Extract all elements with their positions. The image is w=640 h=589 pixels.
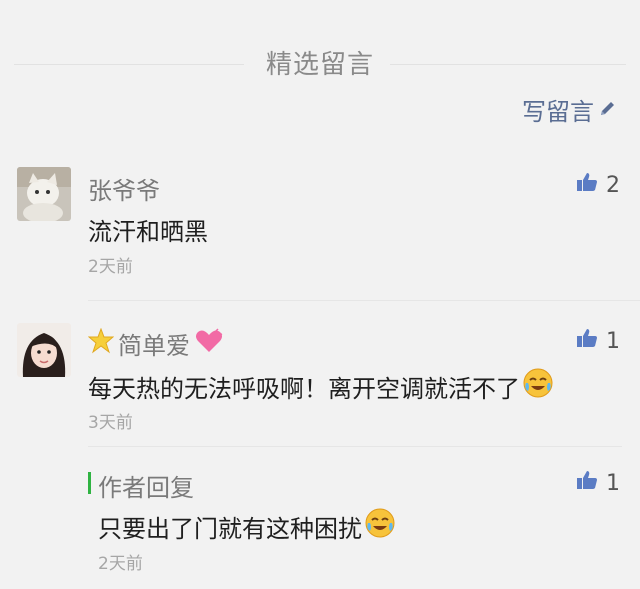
like-count: 2	[606, 172, 620, 198]
avatar[interactable]	[17, 167, 71, 221]
heart-icon	[194, 327, 224, 360]
section-title: 精选留言	[265, 50, 374, 80]
thumbs-up-icon	[576, 328, 598, 354]
comment-time: 2天前	[88, 257, 133, 277]
reply-content: 只要出了门就有这种困扰	[98, 507, 396, 545]
reply-divider	[88, 446, 622, 447]
thumbs-up-icon	[576, 470, 598, 496]
section-header: 精选留言	[0, 44, 640, 81]
crying-laughing-emoji	[364, 507, 396, 545]
reply-like-button[interactable]: 1	[576, 470, 620, 496]
reply-content-text: 只要出了门就有这种困扰	[98, 514, 362, 543]
divider-left	[14, 64, 244, 65]
star-icon	[87, 327, 115, 360]
commenter-name: 简单爱	[87, 326, 224, 361]
commenter-name-text: 简单爱	[118, 332, 190, 360]
like-button[interactable]: 2	[576, 172, 620, 198]
comment-time: 3天前	[88, 413, 133, 433]
thumbs-up-icon	[576, 172, 598, 198]
reply-accent-bar	[88, 472, 91, 494]
comment-content-text: 每天热的无法呼吸啊！离开空调就活不了	[88, 374, 520, 403]
commenter-name-text: 张爷爷	[88, 177, 160, 205]
like-count: 1	[606, 470, 620, 496]
comment-content: 流汗和晒黑	[88, 218, 208, 246]
commenter-name: 张爷爷	[88, 171, 160, 206]
write-comment-label: 写留言	[522, 98, 594, 126]
like-count: 1	[606, 328, 620, 354]
avatar[interactable]	[17, 323, 71, 377]
pencil-icon	[598, 96, 618, 124]
write-comment-button[interactable]: 写留言	[522, 92, 618, 127]
comment-divider	[88, 300, 640, 301]
divider-right	[390, 64, 626, 65]
reply-time: 2天前	[98, 554, 143, 574]
reply-label: 作者回复	[98, 474, 194, 502]
crying-laughing-emoji	[522, 367, 554, 405]
like-button[interactable]: 1	[576, 328, 620, 354]
comment-content: 每天热的无法呼吸啊！离开空调就活不了	[88, 367, 554, 405]
